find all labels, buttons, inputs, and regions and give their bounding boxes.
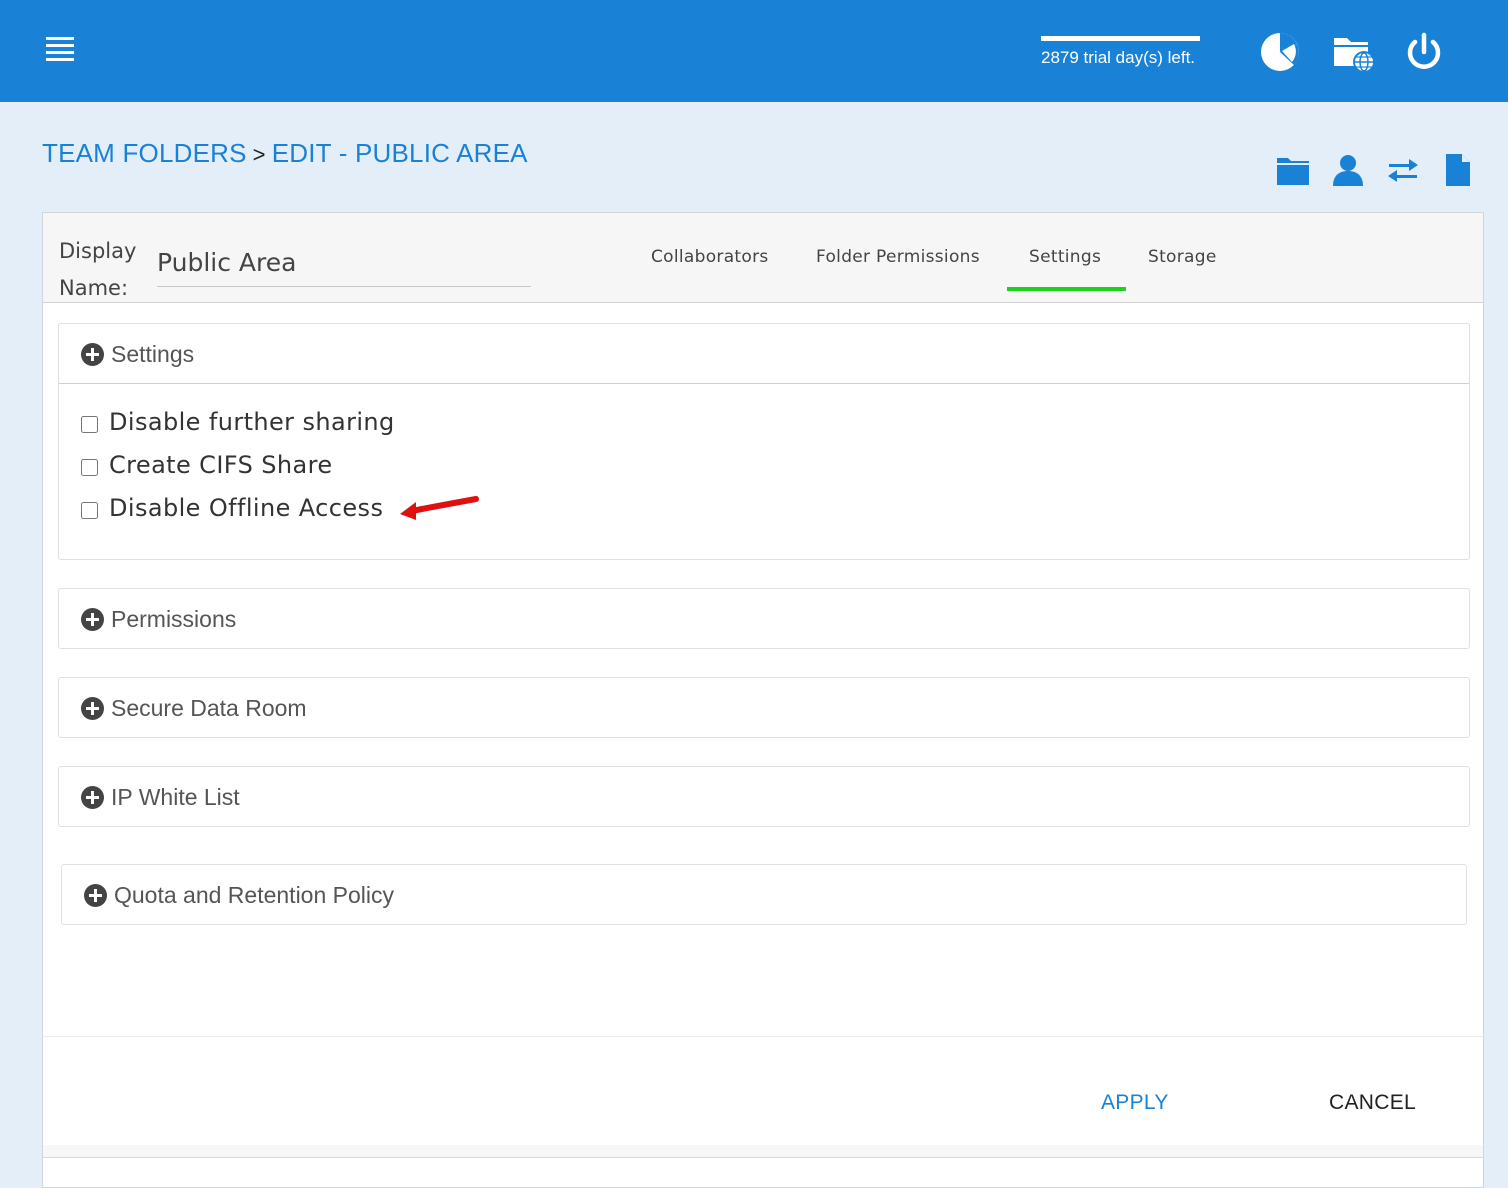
ip-white-list-section-header[interactable]: IP White List — [59, 767, 1469, 827]
plus-circle-icon — [81, 608, 104, 631]
display-name-label-line1: Display — [59, 239, 137, 263]
permissions-section: Permissions — [58, 588, 1470, 649]
menu-icon[interactable] — [46, 37, 74, 63]
footer-bottom-strip — [43, 1145, 1483, 1158]
tab-folder-permissions[interactable]: Folder Permissions — [816, 247, 980, 267]
plus-circle-icon — [81, 697, 104, 720]
document-icon[interactable] — [1440, 152, 1476, 188]
ip-white-list-section: IP White List — [58, 766, 1470, 827]
ip-white-list-title: IP White List — [111, 784, 240, 810]
disable-sharing-label: Disable further sharing — [109, 408, 395, 436]
plus-circle-icon — [81, 786, 104, 809]
display-name-input[interactable] — [157, 239, 531, 287]
quota-retention-title: Quota and Retention Policy — [114, 882, 395, 908]
display-name-label: Display Name: — [59, 233, 136, 307]
tab-settings[interactable]: Settings — [1029, 247, 1101, 267]
quota-retention-section: Quota and Retention Policy — [61, 864, 1467, 925]
edit-panel: Display Name: Collaborators Folder Permi… — [42, 212, 1484, 1188]
settings-section: Settings Disable further sharing Create … — [58, 323, 1470, 560]
secure-data-room-section-header[interactable]: Secure Data Room — [59, 678, 1469, 738]
permissions-section-title: Permissions — [111, 606, 237, 632]
breadcrumb: TEAM FOLDERS > EDIT - PUBLIC AREA — [42, 138, 528, 169]
breadcrumb-current: EDIT - PUBLIC AREA — [271, 138, 528, 168]
secure-data-room-title: Secure Data Room — [111, 695, 307, 721]
footer-divider — [43, 1036, 1483, 1037]
settings-section-title: Settings — [111, 341, 195, 367]
top-bar: 2879 trial day(s) left. — [0, 0, 1508, 102]
create-cifs-checkbox[interactable] — [81, 459, 98, 476]
create-cifs-label: Create CIFS Share — [109, 451, 333, 479]
footer: APPLY CANCEL — [43, 1039, 1483, 1145]
permissions-section-header[interactable]: Permissions — [59, 589, 1469, 649]
secure-data-room-section: Secure Data Room — [58, 677, 1470, 738]
disable-sharing-checkbox[interactable] — [81, 416, 98, 433]
web-folder-icon[interactable] — [1332, 30, 1376, 74]
dashboard-pie-icon[interactable] — [1258, 30, 1302, 74]
disable-offline-label: Disable Offline Access — [109, 494, 384, 522]
settings-section-header[interactable]: Settings — [59, 324, 1469, 384]
plus-circle-icon — [84, 884, 107, 907]
breadcrumb-team-folders[interactable]: TEAM FOLDERS — [42, 138, 247, 168]
plus-circle-icon — [81, 343, 104, 366]
cancel-button[interactable]: CANCEL — [1329, 1091, 1416, 1115]
power-icon[interactable] — [1402, 30, 1446, 74]
section-divider — [59, 383, 1469, 384]
annotation-arrow-icon — [400, 496, 479, 520]
breadcrumb-separator: > — [252, 142, 266, 167]
panel-header: Display Name: Collaborators Folder Permi… — [43, 213, 1483, 303]
active-tab-indicator — [1007, 287, 1126, 291]
trial-progress-bar — [1041, 36, 1200, 41]
folder-icon[interactable] — [1275, 152, 1311, 188]
tab-storage[interactable]: Storage — [1148, 247, 1217, 267]
apply-button[interactable]: APPLY — [1101, 1091, 1169, 1115]
tab-collaborators[interactable]: Collaborators — [651, 247, 769, 267]
user-icon[interactable] — [1330, 152, 1366, 188]
trial-days-text: 2879 trial day(s) left. — [1041, 48, 1196, 67]
quota-retention-section-header[interactable]: Quota and Retention Policy — [62, 865, 1466, 925]
disable-offline-checkbox[interactable] — [81, 502, 98, 519]
sync-arrows-icon[interactable] — [1385, 152, 1421, 188]
display-name-label-line2: Name: — [59, 276, 129, 300]
